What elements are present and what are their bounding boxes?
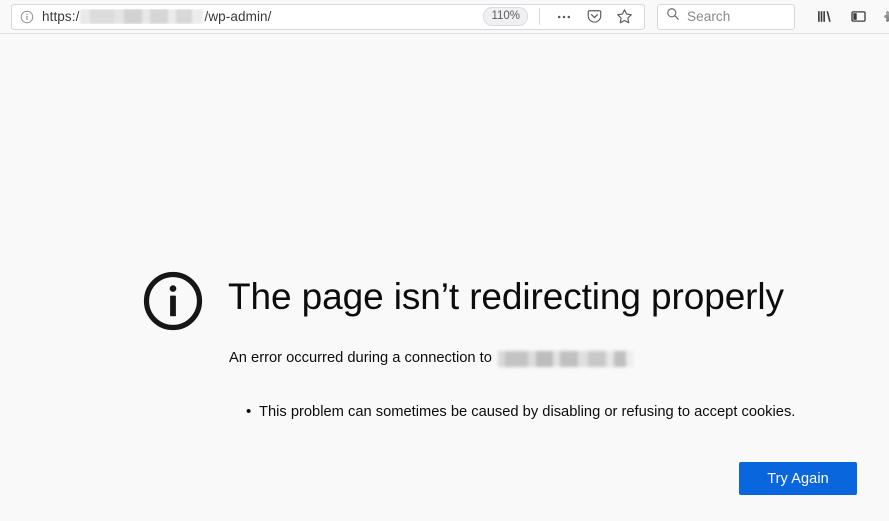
error-description: An error occurred during a connection to [229, 348, 633, 369]
url-bar[interactable]: https:/ /wp-admin/ 110% [11, 3, 645, 30]
sidebar-icon[interactable] [848, 7, 868, 27]
try-again-button[interactable]: Try Again [739, 462, 857, 495]
list-item: This problem can sometimes be caused by … [246, 401, 795, 423]
page-content-area: The page isn’t redirecting properly An e… [0, 34, 889, 521]
browser-toolbar: https:/ /wp-admin/ 110% Search [0, 0, 889, 34]
search-icon [666, 7, 680, 26]
error-description-text: An error occurred during a connection to [229, 350, 492, 366]
search-bar[interactable]: Search [657, 3, 795, 30]
urlbar-separator [539, 8, 540, 25]
redacted-hostname [497, 350, 633, 367]
info-circle-icon[interactable] [20, 10, 34, 24]
page-title: The page isn’t redirecting properly [228, 276, 784, 317]
toolbar-right-buttons [807, 7, 889, 27]
pocket-icon[interactable] [584, 7, 604, 27]
error-suggestion-list: This problem can sometimes be caused by … [246, 401, 795, 423]
url-path: /wp-admin/ [204, 9, 272, 24]
library-icon[interactable] [814, 7, 834, 27]
url-redacted-host [80, 9, 204, 24]
ellipsis-icon[interactable] [554, 7, 574, 27]
url-scheme: https:/ [42, 9, 80, 24]
gear-icon[interactable] [882, 7, 889, 27]
url-text[interactable]: https:/ /wp-admin/ [42, 9, 477, 24]
zoom-level-badge[interactable]: 110% [483, 6, 528, 27]
search-input[interactable]: Search [687, 9, 730, 24]
info-circle-icon [142, 270, 204, 332]
star-icon[interactable] [614, 7, 634, 27]
